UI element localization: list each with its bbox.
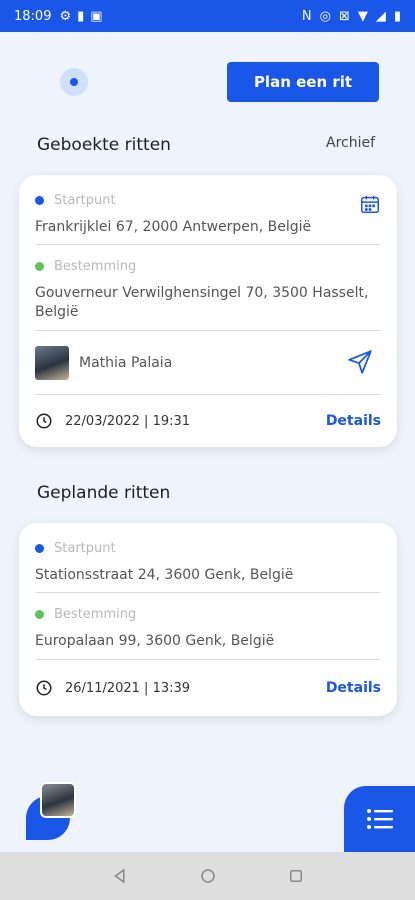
driver-row: Mathia Palaia [35, 331, 381, 395]
driver-avatar [35, 345, 69, 380]
signal-icon: ◢ [375, 8, 386, 24]
details-link[interactable]: Details [326, 413, 381, 429]
planned-ride-card[interactable]: Startpunt Stationsstraat 24, 3600 Genk, … [19, 523, 397, 716]
destination-address: Europalaan 99, 3600 Genk, België [35, 633, 275, 649]
destination-row: Bestemming Gouverneur Verwilghensingel 7… [35, 245, 381, 331]
destination-row: Bestemming Europalaan 99, 3600 Genk, Bel… [35, 593, 381, 660]
ride-datetime: 22/03/2022 | 19:31 [65, 413, 191, 429]
booked-ride-card[interactable]: Startpunt Frankrijklei 67, 2000 Antwerpe… [19, 175, 397, 447]
destination-dot [35, 262, 44, 271]
archive-link[interactable]: Archief [326, 135, 375, 151]
profile-avatar [40, 782, 76, 818]
booked-rides-title: Geboekte ritten [37, 135, 171, 155]
start-label: Startpunt [54, 541, 116, 556]
location-dot [70, 78, 78, 86]
battery-icon: ▮ [393, 8, 401, 24]
plan-ride-button[interactable]: Plan een rit [227, 62, 379, 102]
wifi-icon: ▼ [357, 8, 368, 24]
system-nav-bar [0, 852, 415, 900]
recents-icon[interactable] [287, 867, 305, 885]
clock-icon [36, 680, 52, 696]
ride-datetime: 26/11/2021 | 13:39 [65, 680, 191, 696]
destination-label: Bestemming [54, 607, 137, 622]
status-time: 18:09 [14, 8, 52, 24]
destination-label: Bestemming [54, 259, 137, 274]
start-row: Startpunt Frankrijklei 67, 2000 Antwerpe… [35, 175, 381, 245]
datetime-row: 26/11/2021 | 13:39 Details [35, 660, 381, 716]
home-icon[interactable] [199, 867, 217, 885]
clock-icon [36, 413, 52, 429]
list-menu-icon [366, 809, 393, 829]
calendar-icon[interactable] [359, 193, 381, 215]
start-dot [35, 544, 44, 553]
driver-name: Mathia Palaia [79, 354, 173, 371]
image-icon: ▣ [90, 8, 103, 24]
vibrate-icon: ◎ [319, 8, 331, 24]
back-icon[interactable] [111, 867, 129, 885]
start-address: Stationsstraat 24, 3600 Genk, België [35, 567, 294, 583]
location-indicator[interactable] [60, 68, 88, 96]
menu-button[interactable] [344, 786, 415, 852]
details-link[interactable]: Details [326, 680, 381, 696]
datetime-row: 22/03/2022 | 19:31 Details [35, 395, 381, 447]
destination-address: Gouverneur Verwilghensingel 70, 3500 Has… [35, 285, 369, 320]
start-label: Startpunt [54, 193, 116, 208]
settings-icon: ⚙ [59, 8, 72, 24]
start-dot [35, 196, 44, 205]
profile-button[interactable] [26, 782, 82, 840]
start-address: Frankrijklei 67, 2000 Antwerpen, België [35, 219, 312, 235]
destination-dot [35, 610, 44, 619]
no-sim-icon: ⊠ [338, 8, 350, 24]
start-row: Startpunt Stationsstraat 24, 3600 Genk, … [35, 523, 381, 593]
nfc-icon: N [301, 8, 312, 24]
send-message-icon[interactable] [347, 349, 373, 375]
battery-saver-icon: ▮ [77, 8, 85, 24]
planned-rides-title: Geplande ritten [37, 483, 171, 503]
status-bar: 18:09 ⚙ ▮ ▣ N ◎ ⊠ ▼ ◢ ▮ [0, 0, 415, 32]
